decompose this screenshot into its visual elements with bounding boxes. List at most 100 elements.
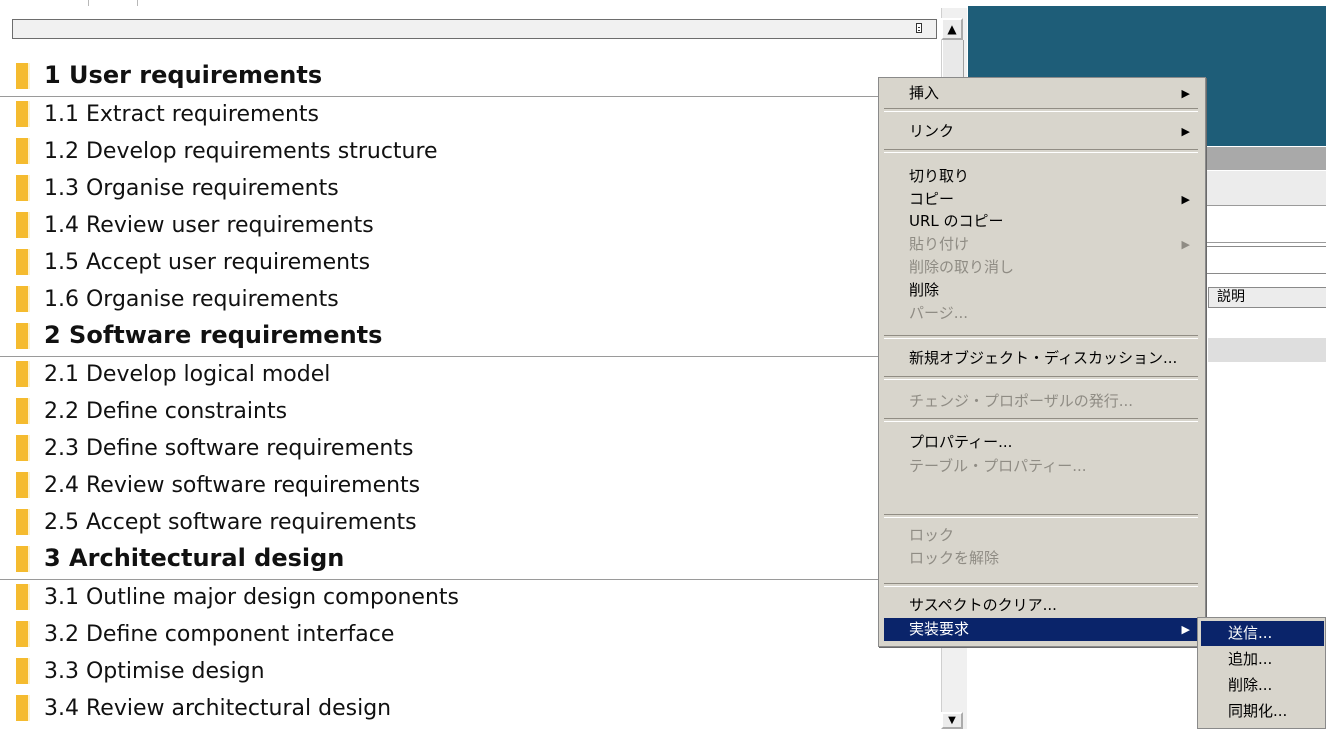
submenu-arrow-icon: ▶: [1181, 623, 1190, 636]
menu-separator: [884, 583, 1198, 587]
section-heading-text: 2 Software requirements: [44, 321, 383, 349]
submenu-arrow-icon: ▶: [1181, 125, 1190, 138]
requirement-row[interactable]: 2.5 Accept software requirements: [0, 505, 930, 542]
requirement-text: 1.6 Organise requirements: [44, 287, 339, 312]
menu-item-label: 実装要求: [909, 620, 970, 638]
menu-item-new-object-discussion[interactable]: 新規オブジェクト・ディスカッション...: [884, 347, 1198, 370]
object-indicator-bar: [16, 472, 30, 498]
menu-item-paste[interactable]: 貼り付け ▶: [884, 234, 1198, 255]
requirement-row[interactable]: 2.1 Develop logical model: [0, 357, 930, 394]
panel-row: [1208, 338, 1326, 362]
object-indicator-bar: [16, 695, 30, 721]
menu-item-label: コピー: [909, 190, 955, 208]
requirement-text: 2.2 Define constraints: [44, 399, 288, 424]
requirement-row[interactable]: 1.6 Organise requirements: [0, 282, 930, 319]
object-indicator-bar: [16, 175, 30, 201]
menu-item-unlock[interactable]: ロックを解除: [884, 548, 1198, 569]
requirements-list: 1 User requirements 1.1 Extract requireme…: [0, 59, 930, 728]
submenu-arrow-icon: ▶: [1181, 238, 1190, 251]
submenu-item-send[interactable]: 送信...: [1201, 621, 1324, 646]
menu-item-copy[interactable]: コピー ▶: [884, 189, 1198, 210]
object-indicator-bar: [16, 361, 30, 387]
object-indicator-bar: [16, 249, 30, 275]
submenu-arrow-icon: ▶: [1181, 193, 1190, 206]
menu-item-label: 挿入: [909, 84, 940, 102]
object-indicator-bar: [16, 101, 30, 127]
ruler-tick: [88, 0, 89, 6]
scroll-down-button[interactable]: ▼: [941, 712, 963, 729]
requirement-text: 3.3 Optimise design: [44, 659, 265, 684]
section-heading-text: 1 User requirements: [44, 61, 323, 89]
document-header-field[interactable]: [12, 19, 937, 39]
object-indicator-bar: [16, 584, 30, 610]
menu-item-properties[interactable]: プロパティー...: [884, 431, 1198, 454]
requirement-row[interactable]: 1.1 Extract requirements: [0, 97, 930, 134]
panel-input[interactable]: [1205, 246, 1326, 274]
requirement-text: 1.5 Accept user requirements: [44, 250, 371, 275]
implementation-request-submenu: 送信... 追加... 削除... 同期化...: [1197, 617, 1326, 729]
submenu-arrow-icon: ▶: [1181, 87, 1190, 100]
menu-item-purge[interactable]: パージ...: [884, 303, 1198, 324]
object-indicator-bar: [16, 546, 30, 572]
object-indicator-bar: [16, 509, 30, 535]
submenu-item-add[interactable]: 追加...: [1201, 647, 1324, 672]
object-indicator-bar: [16, 621, 30, 647]
menu-separator: [884, 514, 1198, 518]
ruler-strip: [0, 0, 940, 18]
object-marker-icon: [916, 23, 922, 33]
requirement-row[interactable]: 3.2 Define component interface: [0, 617, 930, 654]
object-indicator-bar: [16, 286, 30, 312]
ruler-tick: [137, 0, 138, 6]
requirement-row[interactable]: 1.2 Develop requirements structure: [0, 134, 930, 171]
requirement-row[interactable]: 1.5 Accept user requirements: [0, 245, 930, 282]
menu-separator: [884, 376, 1198, 380]
menu-item-clear-suspect[interactable]: サスペクトのクリア...: [884, 594, 1198, 617]
object-indicator-bar: [16, 63, 30, 89]
submenu-item-delete[interactable]: 削除...: [1201, 673, 1324, 698]
object-indicator-bar: [16, 138, 30, 164]
context-menu: 挿入 ▶ リンク ▶ 切り取り コピー ▶ URL のコピー 貼り付け ▶ 削除の取り消…: [878, 77, 1206, 647]
requirement-row[interactable]: 2.4 Review software requirements: [0, 468, 930, 505]
scroll-up-button[interactable]: ▲: [941, 18, 963, 40]
menu-item-undo-delete[interactable]: 削除の取り消し: [884, 257, 1198, 278]
menu-item-insert[interactable]: 挿入 ▶: [884, 82, 1198, 105]
requirement-row[interactable]: 3.4 Review architectural design: [0, 691, 930, 728]
requirement-row[interactable]: 1.4 Review user requirements: [0, 208, 930, 245]
requirement-row[interactable]: 2.3 Define software requirements: [0, 431, 930, 468]
menu-item-delete[interactable]: 削除: [884, 280, 1198, 301]
requirement-text: 3.4 Review architectural design: [44, 696, 392, 721]
section-heading-row[interactable]: 2 Software requirements: [0, 319, 930, 357]
object-indicator-bar: [16, 658, 30, 684]
object-indicator-bar: [16, 435, 30, 461]
requirement-text: 2.5 Accept software requirements: [44, 510, 417, 535]
object-indicator-bar: [16, 323, 30, 349]
menu-item-lock[interactable]: ロック: [884, 525, 1198, 546]
requirement-text: 1.4 Review user requirements: [44, 213, 374, 238]
requirement-row[interactable]: 2.2 Define constraints: [0, 394, 930, 431]
requirement-text: 2.3 Define software requirements: [44, 436, 414, 461]
section-heading-text: 3 Architectural design: [44, 544, 345, 572]
menu-item-copy-url[interactable]: URL のコピー: [884, 211, 1198, 232]
menu-item-implementation-request[interactable]: 実装要求 ▶: [884, 618, 1198, 641]
requirement-row[interactable]: 3.3 Optimise design: [0, 654, 930, 691]
object-indicator-bar: [16, 398, 30, 424]
requirement-text: 1.2 Develop requirements structure: [44, 139, 438, 164]
requirement-text: 3.1 Outline major design components: [44, 585, 459, 610]
menu-item-issue-change-proposal[interactable]: チェンジ・プロポーザルの発行...: [884, 390, 1198, 413]
menu-item-link[interactable]: リンク ▶: [884, 120, 1198, 143]
menu-separator: [884, 108, 1198, 112]
menu-item-cut[interactable]: 切り取り: [884, 166, 1198, 187]
section-heading-row[interactable]: 1 User requirements: [0, 59, 930, 97]
menu-item-label: 貼り付け: [909, 235, 970, 253]
menu-separator: [884, 418, 1198, 422]
menu-item-label: リンク: [909, 122, 955, 140]
requirement-row[interactable]: 1.3 Organise requirements: [0, 171, 930, 208]
requirement-text: 3.2 Define component interface: [44, 622, 395, 647]
column-header-description[interactable]: 説明: [1208, 287, 1326, 308]
submenu-item-sync[interactable]: 同期化...: [1201, 699, 1324, 724]
requirement-text: 1.1 Extract requirements: [44, 102, 319, 127]
menu-item-table-properties[interactable]: テーブル・プロパティー...: [884, 455, 1198, 478]
menu-separator: [884, 149, 1198, 153]
requirement-row[interactable]: 3.1 Outline major design components: [0, 580, 930, 617]
section-heading-row[interactable]: 3 Architectural design: [0, 542, 930, 580]
